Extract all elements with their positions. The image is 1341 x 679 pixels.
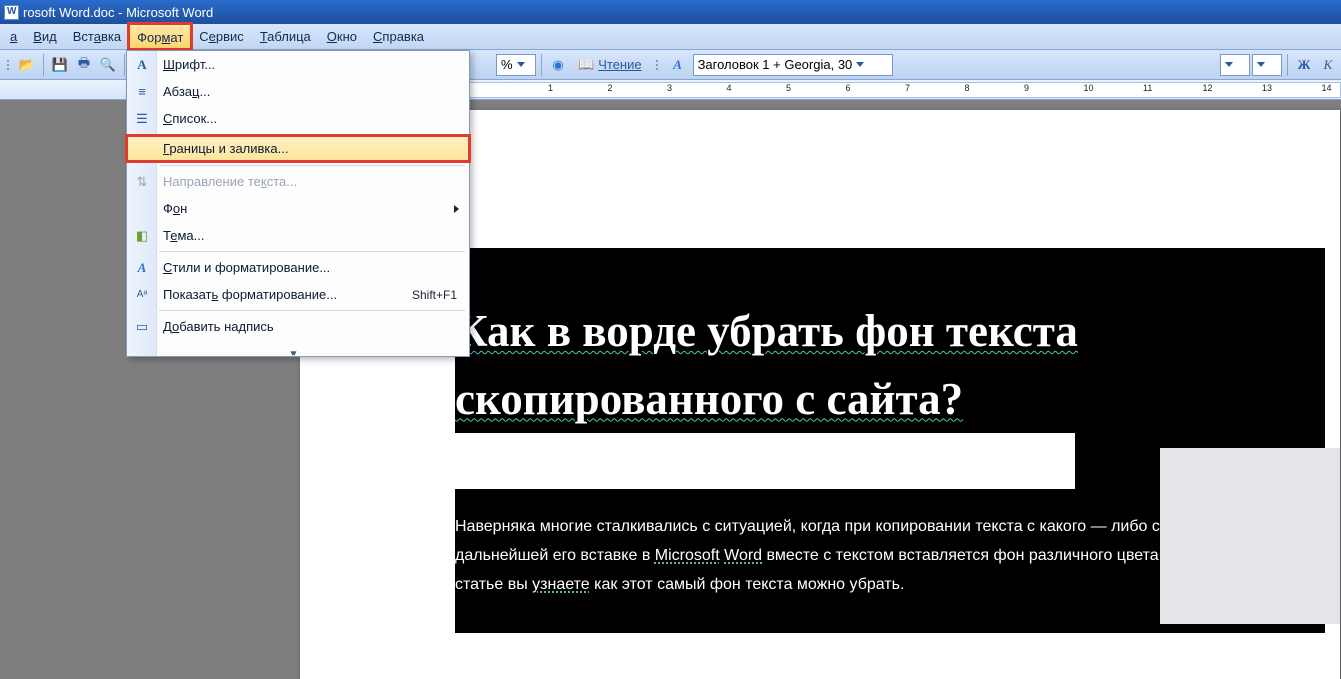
italic-button[interactable]: К [1317, 54, 1339, 76]
styles-pane-button[interactable]: A [665, 54, 691, 76]
print-preview-button[interactable]: 🔍 [97, 54, 119, 76]
font-icon: A [132, 55, 152, 75]
ruler-tick: 8 [965, 83, 970, 93]
menu-bar: а Вид Вставка Формат Сервис Таблица Окно… [0, 24, 1341, 50]
format-menu-dropdown: A Шрифт... ≡ Абзац... ☰ Список... Границ… [126, 50, 470, 357]
font-combo[interactable] [1220, 54, 1250, 76]
menu-item-styles-formatting[interactable]: A Стили и форматирование... [127, 254, 469, 281]
zoom-combo[interactable]: % [496, 54, 536, 76]
submenu-arrow-icon [454, 205, 459, 213]
ruler-tick: 14 [1322, 83, 1332, 93]
shortcut-label: Shift+F1 [412, 288, 457, 302]
menu-item-borders-shading[interactable]: Границы и заливка... [126, 135, 470, 162]
open-button[interactable]: 📂 [16, 54, 38, 76]
menu-insert[interactable]: Вставка [65, 24, 129, 49]
menu-window[interactable]: Окно [319, 24, 365, 49]
ruler-tick: 1 [548, 83, 553, 93]
save-button[interactable]: 💾 [49, 54, 71, 76]
chevron-down-icon [856, 62, 864, 67]
menu-item-paragraph[interactable]: ≡ Абзац... [127, 78, 469, 105]
menu-expand-button[interactable] [127, 340, 469, 356]
ruler-tick: 11 [1143, 83, 1152, 93]
print-button[interactable]: 🖶 [73, 54, 95, 76]
menu-item-reveal-formatting[interactable]: Aᵃ Показать форматирование... Shift+F1 [127, 281, 469, 308]
ruler-tick: 5 [786, 83, 791, 93]
toolbar-grip-icon[interactable] [5, 60, 11, 70]
doc-body-line-3: статье вы узнаете как этот самый фон тек… [455, 571, 955, 600]
chevron-double-down-icon [292, 344, 304, 352]
reveal-formatting-icon: Aᵃ [132, 285, 152, 305]
bold-button[interactable]: Ж [1293, 54, 1315, 76]
menu-separator [159, 310, 465, 311]
unselected-bg-strip [1160, 448, 1340, 624]
menu-item-text-direction: ⇅ Направление текста... [127, 168, 469, 195]
chevron-down-icon [1257, 62, 1265, 67]
style-combo[interactable]: Заголовок 1 + Georgia, 30 [693, 54, 893, 76]
ruler-tick: 2 [608, 83, 613, 93]
menu-item-list[interactable]: ☰ Список... [127, 105, 469, 132]
paragraph-icon: ≡ [132, 82, 152, 102]
textbox-icon: ▭ [132, 317, 152, 337]
menu-tools[interactable]: Сервис [191, 24, 252, 49]
menu-view[interactable]: Вид [25, 24, 65, 49]
ruler-tick: 3 [667, 83, 672, 93]
menu-format[interactable]: Формат [129, 24, 191, 49]
menu-item-background[interactable]: Фон [127, 195, 469, 222]
ruler-tick: 12 [1203, 83, 1213, 93]
toolbar-separator [43, 54, 44, 76]
menu-separator [159, 251, 465, 252]
title-bar: rosoft Word.doc - Microsoft Word [0, 0, 1341, 24]
styles-icon: A [132, 258, 152, 278]
toolbar-separator [1287, 54, 1288, 76]
menu-file-partial[interactable]: а [2, 24, 25, 49]
doc-heading: Как в ворде убрать фон текста скопирован… [455, 306, 1078, 424]
menu-item-insert-textbox[interactable]: ▭ Добавить надпись [127, 313, 469, 340]
ruler-tick: 9 [1024, 83, 1029, 93]
theme-icon: ◧ [132, 226, 152, 246]
menu-item-font[interactable]: A Шрифт... [127, 51, 469, 78]
menu-separator [159, 165, 465, 166]
window-title: rosoft Word.doc - Microsoft Word [23, 5, 213, 20]
menu-table[interactable]: Таблица [252, 24, 319, 49]
app-icon [4, 5, 19, 20]
reading-view-button[interactable]: 📖 Чтение [571, 54, 649, 76]
reading-label: Чтение [598, 57, 641, 72]
ruler-tick: 6 [846, 83, 851, 93]
toolbar-separator [541, 54, 542, 76]
menu-item-theme[interactable]: ◧ Тема... [127, 222, 469, 249]
fontsize-combo[interactable] [1252, 54, 1282, 76]
ruler-tick: 13 [1262, 83, 1272, 93]
list-icon: ☰ [132, 109, 152, 129]
chevron-down-icon [517, 62, 525, 67]
toolbar-separator [124, 54, 125, 76]
toolbar-grip-icon[interactable] [654, 60, 660, 70]
ruler-tick: 10 [1084, 83, 1094, 93]
chevron-down-icon [1225, 62, 1233, 67]
ruler-tick: 4 [727, 83, 732, 93]
menu-help[interactable]: Справка [365, 24, 432, 49]
ruler-tick: 7 [905, 83, 910, 93]
help-button[interactable]: ◉ [547, 54, 569, 76]
text-direction-icon: ⇅ [132, 172, 152, 192]
